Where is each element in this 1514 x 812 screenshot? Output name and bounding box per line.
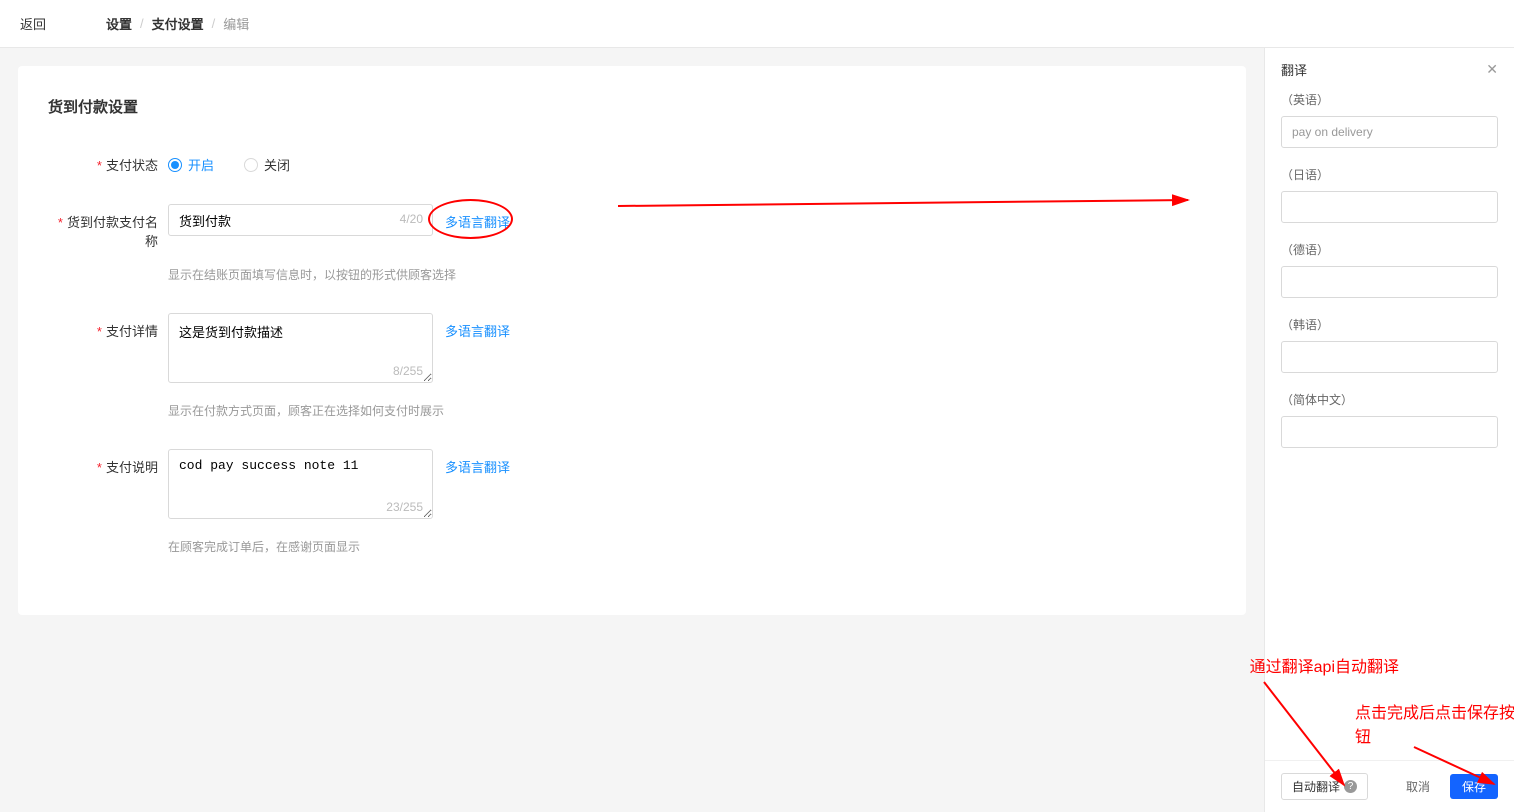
note-help: 在顾客完成订单后，在感谢页面显示 xyxy=(168,538,360,555)
breadcrumb-edit: 编辑 xyxy=(223,14,249,33)
save-button[interactable]: 保存 xyxy=(1450,774,1498,799)
translate-link-name[interactable]: 多语言翻译 xyxy=(445,204,510,231)
breadcrumb-payment[interactable]: 支付设置 xyxy=(152,14,204,33)
header-bar: 返回 设置 / 支付设置 / 编辑 xyxy=(0,0,1514,48)
lang-input-ko[interactable] xyxy=(1281,341,1498,373)
translate-link-details[interactable]: 多语言翻译 xyxy=(445,313,510,340)
breadcrumb-sep: / xyxy=(140,16,144,31)
note-textarea[interactable]: cod pay success note 11 xyxy=(168,449,433,519)
breadcrumb-sep: / xyxy=(212,16,216,31)
radio-off[interactable]: 关闭 xyxy=(244,155,290,174)
close-icon[interactable]: ✕ xyxy=(1486,61,1498,78)
page-title: 货到付款设置 xyxy=(48,96,1216,117)
lang-label-en: （英语） xyxy=(1281,91,1498,108)
cancel-button[interactable]: 取消 xyxy=(1394,774,1442,799)
radio-off-indicator xyxy=(244,158,258,172)
auto-translate-button[interactable]: 自动翻译 ? xyxy=(1281,773,1368,800)
details-help: 显示在付款方式页面，顾客正在选择如何支付时展示 xyxy=(168,402,444,419)
radio-off-label: 关闭 xyxy=(264,155,290,174)
name-label: 货到付款支付名称 xyxy=(48,204,168,250)
back-link[interactable]: 返回 xyxy=(20,14,46,33)
name-input[interactable] xyxy=(168,204,433,236)
lang-input-ja[interactable] xyxy=(1281,191,1498,223)
name-help: 显示在结账页面填写信息时，以按钮的形式供顾客选择 xyxy=(168,266,456,283)
panel-title: 翻译 xyxy=(1281,60,1307,79)
details-label: 支付详情 xyxy=(48,313,168,340)
lang-label-zh: （简体中文） xyxy=(1281,391,1498,408)
help-icon: ? xyxy=(1344,780,1357,793)
details-textarea[interactable]: 这是货到付款描述 xyxy=(168,313,433,383)
lang-input-zh[interactable] xyxy=(1281,416,1498,448)
radio-on[interactable]: 开启 xyxy=(168,155,214,174)
breadcrumb: 设置 / 支付设置 / 编辑 xyxy=(106,14,249,33)
status-label: 支付状态 xyxy=(48,147,168,174)
translate-link-note[interactable]: 多语言翻译 xyxy=(445,449,510,476)
lang-label-ko: （韩语） xyxy=(1281,316,1498,333)
annotation-arrow-right xyxy=(618,194,1198,224)
radio-on-indicator xyxy=(168,158,182,172)
lang-label-ja: （日语） xyxy=(1281,166,1498,183)
lang-input-en[interactable] xyxy=(1281,116,1498,148)
note-label: 支付说明 xyxy=(48,449,168,476)
lang-input-de[interactable] xyxy=(1281,266,1498,298)
auto-translate-label: 自动翻译 xyxy=(1292,778,1340,795)
radio-on-label: 开启 xyxy=(188,155,214,174)
lang-label-de: （德语） xyxy=(1281,241,1498,258)
translate-panel: 翻译 ✕ （英语） （日语） （德语） （韩语） （简体中文） xyxy=(1264,48,1514,812)
breadcrumb-settings[interactable]: 设置 xyxy=(106,14,132,33)
